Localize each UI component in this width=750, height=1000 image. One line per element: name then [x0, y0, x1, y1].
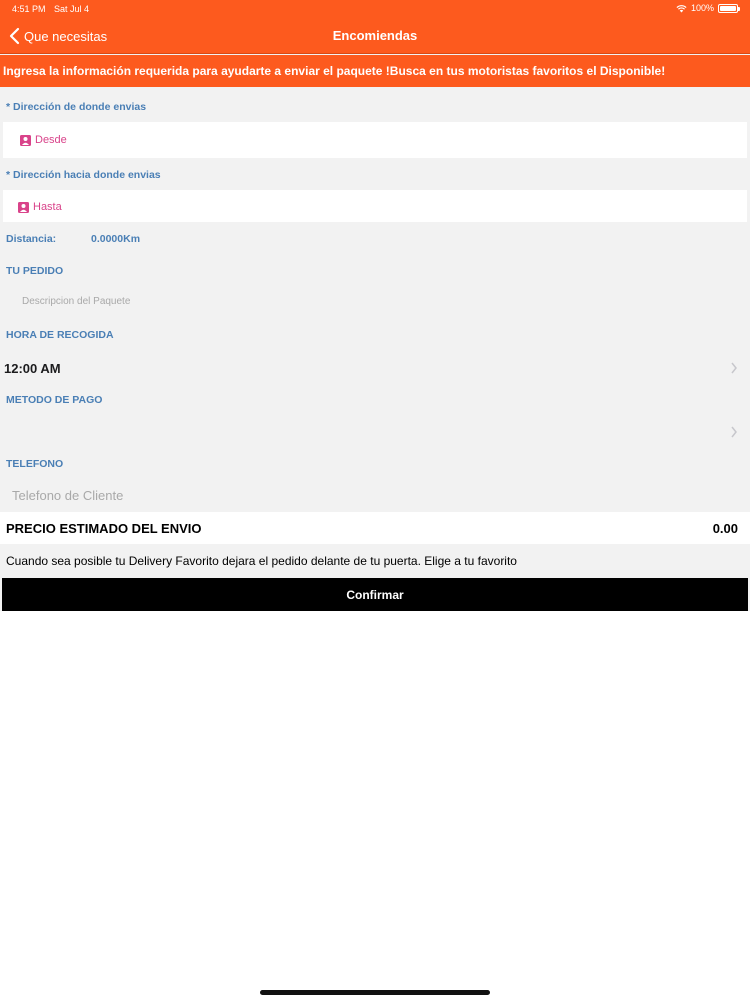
status-time: 4:51 PM: [12, 4, 46, 14]
phone-input[interactable]: Telefono de Cliente: [12, 488, 123, 503]
distance-label: Distancia:: [6, 233, 57, 245]
chevron-right-icon: [731, 362, 737, 374]
battery-icon: [718, 3, 740, 13]
status-date: Sat Jul 4: [54, 4, 90, 14]
pickup-time-row[interactable]: 12:00 AM: [0, 352, 750, 382]
status-right: 100%: [676, 3, 740, 13]
distance-value: 0.0000Km: [91, 233, 141, 245]
order-label: TU PEDIDO: [6, 265, 64, 277]
home-indicator: [260, 990, 490, 995]
pickup-time-value: 12:00 AM: [4, 361, 61, 376]
confirm-button[interactable]: Confirmar: [2, 578, 748, 611]
price-value: 0.00: [712, 521, 738, 536]
destination-placeholder: Hasta: [33, 201, 62, 213]
origin-label: * Dirección de donde envias: [6, 101, 147, 113]
contact-icon: [18, 201, 29, 213]
battery-percent: 100%: [690, 3, 714, 13]
price-label: PRECIO ESTIMADO DEL ENVIO: [6, 521, 202, 536]
estimated-price-row: PRECIO ESTIMADO DEL ENVIO 0.00: [0, 512, 750, 544]
origin-field[interactable]: Desde: [3, 122, 747, 158]
order-description-input[interactable]: Descripcion del Paquete: [22, 296, 130, 307]
wifi-icon: [676, 4, 687, 12]
delivery-info-text: Cuando sea posible tu Delivery Favorito …: [6, 554, 517, 568]
phone-label: TELEFONO: [6, 458, 64, 470]
destination-label: * Dirección hacia donde envias: [6, 169, 161, 181]
contact-icon: [20, 134, 31, 146]
empty-area: [0, 611, 750, 1000]
navigation-header: 4:51 PM Sat Jul 4 100% Que necesitas Enc…: [0, 0, 750, 54]
payment-method-row[interactable]: [0, 416, 750, 446]
info-banner: Ingresa la información requerida para ay…: [0, 55, 750, 87]
payment-label: METODO DE PAGO: [6, 394, 103, 406]
chevron-right-icon: [731, 426, 737, 438]
page-title: Encomiendas: [332, 28, 418, 43]
destination-field[interactable]: Hasta: [3, 190, 747, 222]
pickup-label: HORA DE RECOGIDA: [6, 329, 114, 341]
origin-placeholder: Desde: [35, 134, 67, 146]
